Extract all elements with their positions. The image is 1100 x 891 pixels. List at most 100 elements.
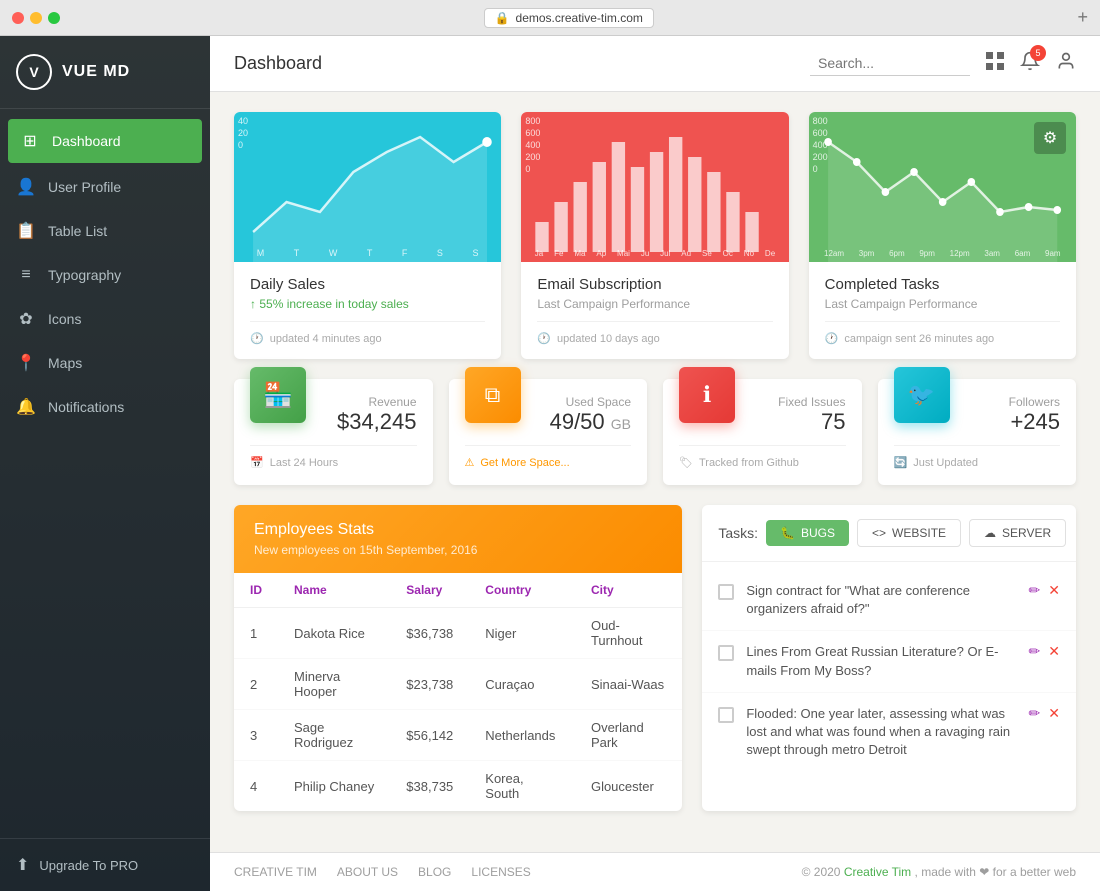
email-subscription-info: Email Subscription Last Campaign Perform… <box>521 262 788 359</box>
logo-text: VUE MD <box>62 63 130 81</box>
upgrade-icon: ⬆ <box>16 855 29 875</box>
daily-sales-card: 40200 MTWTFSS Daily Sales ↑ 55% increase… <box>234 112 501 359</box>
delete-icon[interactable]: ✕ <box>1048 582 1060 599</box>
sidebar-item-icons[interactable]: ✿ Icons <box>0 297 210 341</box>
followers-icon-box: 🐦 <box>894 367 950 423</box>
lock-icon: 🔒 <box>495 11 510 25</box>
fixed-issues-icon-box: ℹ <box>679 367 735 423</box>
table-row: 3 Sage Rodriguez $56,142 Netherlands Ove… <box>234 710 682 761</box>
browser-add-tab[interactable]: + <box>1077 7 1088 28</box>
icons-nav-icon: ✿ <box>16 309 36 329</box>
logo-icon: V <box>16 54 52 90</box>
dot-red[interactable] <box>12 12 24 24</box>
edit-icon[interactable]: ✏ <box>1029 705 1041 722</box>
task-checkbox[interactable] <box>718 584 734 600</box>
email-y-labels: 8006004002000 <box>525 116 540 174</box>
edit-icon[interactable]: ✏ <box>1029 582 1041 599</box>
topbar-icons: 5 <box>986 51 1076 76</box>
main-content: Dashboard 5 <box>210 36 1100 891</box>
cell-salary: $56,142 <box>390 710 469 761</box>
topbar: Dashboard 5 <box>210 36 1100 92</box>
tasks-card: Tasks: 🐛 BUGS <> WEBSITE ☁ SERVER <box>702 505 1076 811</box>
cell-id: 1 <box>234 608 278 659</box>
delete-icon[interactable]: ✕ <box>1048 643 1060 660</box>
cell-name: Minerva Hooper <box>278 659 390 710</box>
notifications-icon: 🔔 <box>16 397 36 417</box>
stat-card-fixed-issues: ℹ Fixed Issues 75 🏷 Tracked from Github <box>663 379 862 485</box>
dashboard-icon: ⊞ <box>20 131 40 151</box>
bottom-row: Employees Stats New employees on 15th Se… <box>234 505 1076 811</box>
col-salary: Salary <box>390 573 469 608</box>
typography-icon: ≡ <box>16 265 36 285</box>
completed-tasks-info: Completed Tasks Last Campaign Performanc… <box>809 262 1076 359</box>
dot-yellow[interactable] <box>30 12 42 24</box>
copy-icon: ⧉ <box>485 382 501 408</box>
cell-name: Sage Rodriguez <box>278 710 390 761</box>
cell-country: Korea, South <box>469 761 575 812</box>
dot-green[interactable] <box>48 12 60 24</box>
list-item: Lines From Great Russian Literature? Or … <box>702 631 1076 692</box>
cell-name: Philip Chaney <box>278 761 390 812</box>
tab-website[interactable]: <> WEBSITE <box>857 519 961 547</box>
search-input[interactable] <box>810 51 970 76</box>
store-icon: 🏪 <box>263 381 293 410</box>
maps-icon: 📍 <box>16 353 36 373</box>
revenue-footer-text: Last 24 Hours <box>270 457 338 469</box>
sidebar-item-table-list[interactable]: 📋 Table List <box>0 209 210 253</box>
footer-links: CREATIVE TIM ABOUT US BLOG LICENSES <box>234 865 531 879</box>
dashboard-body: 40200 MTWTFSS Daily Sales ↑ 55% increase… <box>210 92 1100 852</box>
stat-card-followers: 🐦 Followers +245 🔄 Just Updated <box>878 379 1077 485</box>
gear-button[interactable]: ⚙ <box>1034 122 1066 154</box>
page-title: Dashboard <box>234 53 794 74</box>
stat-card-revenue: 🏪 Revenue $34,245 📅 Last 24 Hours <box>234 379 433 485</box>
stat-card-top: 🏪 Revenue $34,245 <box>250 395 417 435</box>
user-menu-button[interactable] <box>1056 51 1076 76</box>
cell-city: Gloucester <box>575 761 682 812</box>
tab-bugs[interactable]: 🐛 BUGS <box>766 520 849 546</box>
cell-id: 3 <box>234 710 278 761</box>
footer-link-licenses[interactable]: LICENSES <box>471 865 530 879</box>
email-x-labels: JaFeMaApMaiJuJulAuSeOcNoDe <box>521 249 788 258</box>
sidebar-item-dashboard[interactable]: ⊞ Dashboard <box>8 119 202 163</box>
revenue-label: Revenue <box>318 395 417 409</box>
footer-link-blog[interactable]: BLOG <box>418 865 451 879</box>
task-checkbox[interactable] <box>718 707 734 723</box>
fixed-issues-value: 75 <box>747 409 846 435</box>
tab-server[interactable]: ☁ SERVER <box>969 519 1066 547</box>
footer: CREATIVE TIM ABOUT US BLOG LICENSES © 20… <box>210 852 1100 891</box>
cell-city: Sinaai-Waas <box>575 659 682 710</box>
sidebar-logo: V VUE MD <box>0 36 210 109</box>
browser-dots <box>12 12 60 24</box>
fixed-issues-label: Fixed Issues <box>747 395 846 409</box>
delete-icon[interactable]: ✕ <box>1048 705 1060 722</box>
warning-icon: ⚠ <box>465 456 475 469</box>
table-list-icon: 📋 <box>16 221 36 241</box>
edit-icon[interactable]: ✏ <box>1029 643 1041 660</box>
sidebar-item-user-profile[interactable]: 👤 User Profile <box>0 165 210 209</box>
sidebar: V VUE MD ⊞ Dashboard 👤 User Profile 📋 Ta… <box>0 36 210 891</box>
email-subscription-chart: 8006004002000 JaFeMaApMaiJuJulAuSeOcNoDe <box>521 112 788 262</box>
sidebar-upgrade[interactable]: ⬆ Upgrade To PRO <box>0 838 210 891</box>
grid-view-button[interactable] <box>986 52 1004 75</box>
col-city: City <box>575 573 682 608</box>
daily-sales-stat: ↑ 55% increase in today sales <box>250 297 485 311</box>
brand-link[interactable]: Creative Tim <box>844 865 911 879</box>
sidebar-item-typography[interactable]: ≡ Typography <box>0 253 210 297</box>
notifications-button[interactable]: 5 <box>1020 51 1040 76</box>
sidebar-item-label: Maps <box>48 355 82 371</box>
col-id: ID <box>234 573 278 608</box>
sidebar-item-label: Typography <box>48 267 121 283</box>
completed-tasks-card: 8006004002000 12am3pm6pm9pm12pm3am6am9am… <box>809 112 1076 359</box>
tasks-x-labels: 12am3pm6pm9pm12pm3am6am9am <box>809 249 1076 258</box>
cell-city: Overland Park <box>575 710 682 761</box>
revenue-info: Revenue $34,245 <box>318 395 417 435</box>
sidebar-item-notifications[interactable]: 🔔 Notifications <box>0 385 210 429</box>
footer-link-about-us[interactable]: ABOUT US <box>337 865 398 879</box>
sidebar-item-maps[interactable]: 📍 Maps <box>0 341 210 385</box>
task-actions: ✏ ✕ <box>1029 582 1060 599</box>
footer-link-creative-tim[interactable]: CREATIVE TIM <box>234 865 317 879</box>
browser-url-bar: 🔒 demos.creative-tim.com <box>60 8 1077 28</box>
tasks-header: Tasks: 🐛 BUGS <> WEBSITE ☁ SERVER <box>702 505 1076 562</box>
task-checkbox[interactable] <box>718 645 734 661</box>
url-text[interactable]: demos.creative-tim.com <box>516 11 643 25</box>
